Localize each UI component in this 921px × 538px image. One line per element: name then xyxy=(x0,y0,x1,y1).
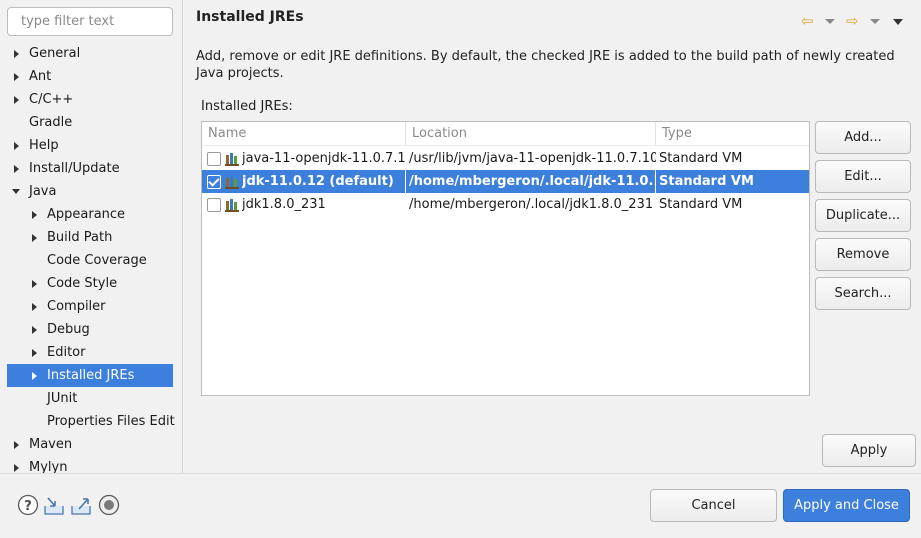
column-header-location[interactable]: Location xyxy=(406,122,656,146)
tree-item-build-path[interactable]: Build Path xyxy=(7,226,173,249)
chevron-down-icon[interactable] xyxy=(11,180,21,203)
add-button[interactable]: Add... xyxy=(815,121,911,154)
chevron-right-icon[interactable] xyxy=(29,364,39,387)
jre-library-icon xyxy=(225,153,239,166)
default-jre-checkbox[interactable] xyxy=(207,152,221,166)
help-icon[interactable]: ? xyxy=(17,494,39,516)
tree-item-label: Maven xyxy=(29,437,73,452)
tree-item-label: Java xyxy=(29,184,57,199)
table-row[interactable]: jdk1.8.0_231/home/mbergeron/.local/jdk1.… xyxy=(202,193,809,216)
search-button[interactable]: Search... xyxy=(815,277,911,310)
tree-item-general[interactable]: General xyxy=(7,42,173,65)
chevron-right-icon[interactable] xyxy=(11,157,21,180)
tree-item-label: Ant xyxy=(29,69,52,84)
chevron-right-icon[interactable] xyxy=(11,42,21,65)
forward-dropdown-icon[interactable] xyxy=(870,19,880,24)
tree-item-label: JUnit xyxy=(47,391,78,406)
tree-item-label: Code Coverage xyxy=(47,253,147,268)
tree-item-label: Installed JREs xyxy=(47,368,135,383)
page-title: Installed JREs xyxy=(196,9,304,25)
chevron-right-icon[interactable] xyxy=(29,226,39,249)
back-arrow-icon[interactable]: ⇦ xyxy=(801,12,814,30)
tree-item-label: C/C++ xyxy=(29,92,74,107)
tree-item-label: Help xyxy=(29,138,59,153)
view-menu-icon[interactable] xyxy=(893,19,903,25)
edit-button[interactable]: Edit... xyxy=(815,160,911,193)
jre-type: Standard VM xyxy=(659,174,754,189)
chevron-right-icon[interactable] xyxy=(29,272,39,295)
tree-item-label: Mylyn xyxy=(29,460,68,475)
duplicate-button[interactable]: Duplicate... xyxy=(815,199,911,232)
jre-type: Standard VM xyxy=(659,197,743,212)
tree-item-label: Appearance xyxy=(47,207,126,222)
cancel-button[interactable]: Cancel xyxy=(650,489,777,522)
jre-table[interactable]: Name Location Type java-11-openjdk-11.0.… xyxy=(201,121,810,396)
tree-item-installed-jres[interactable]: Installed JREs xyxy=(7,364,173,387)
jre-library-icon xyxy=(225,199,239,212)
table-row[interactable]: jdk-11.0.12 (default)/home/mbergeron/.lo… xyxy=(202,170,809,193)
tree-item-gradle[interactable]: Gradle xyxy=(7,111,173,134)
chevron-right-icon[interactable] xyxy=(11,88,21,111)
tree-item-java[interactable]: Java xyxy=(7,180,173,203)
chevron-right-icon[interactable] xyxy=(11,456,21,479)
remove-button[interactable]: Remove xyxy=(815,238,911,271)
jre-name: jdk1.8.0_231 xyxy=(242,197,326,212)
tree-item-label: General xyxy=(29,46,81,61)
tree-item-label: Gradle xyxy=(29,115,73,130)
tree-item-maven[interactable]: Maven xyxy=(7,433,173,456)
svg-text:?: ? xyxy=(24,499,32,514)
installed-jres-label: Installed JREs: xyxy=(201,99,293,114)
column-header-name[interactable]: Name xyxy=(202,122,406,146)
tree-item-junit[interactable]: JUnit xyxy=(7,387,173,410)
chevron-right-icon[interactable] xyxy=(11,134,21,157)
forward-arrow-icon[interactable]: ⇨ xyxy=(846,12,859,30)
table-row[interactable]: java-11-openjdk-11.0.7.10-4.el7_8.x86_64… xyxy=(202,147,809,170)
tree-item-label: Build Path xyxy=(47,230,113,245)
tree-item-editor[interactable]: Editor xyxy=(7,341,173,364)
tree-item-help[interactable]: Help xyxy=(7,134,173,157)
page-description: Add, remove or edit JRE definitions. By … xyxy=(196,49,895,81)
default-jre-checkbox[interactable] xyxy=(207,198,221,212)
jre-library-icon xyxy=(225,176,239,189)
chevron-right-icon[interactable] xyxy=(11,65,21,88)
tree-item-install-update[interactable]: Install/Update xyxy=(7,157,173,180)
tree-item-c-c[interactable]: C/C++ xyxy=(7,88,173,111)
export-icon[interactable] xyxy=(70,494,92,516)
tree-item-compiler[interactable]: Compiler xyxy=(7,295,173,318)
record-icon[interactable] xyxy=(98,494,120,516)
tree-item-mylyn[interactable]: Mylyn xyxy=(7,456,173,479)
tree-item-debug[interactable]: Debug xyxy=(7,318,173,341)
column-header-type[interactable]: Type xyxy=(656,122,809,146)
jre-location: /usr/lib/jvm/java-11-openjdk-11.0.7.10-4… xyxy=(409,151,656,166)
apply-button[interactable]: Apply xyxy=(822,434,916,467)
chevron-right-icon[interactable] xyxy=(29,295,39,318)
tree-item-code-coverage[interactable]: Code Coverage xyxy=(7,249,173,272)
jre-type: Standard VM xyxy=(659,151,743,166)
tree-item-code-style[interactable]: Code Style xyxy=(7,272,173,295)
back-dropdown-icon[interactable] xyxy=(825,19,835,24)
chevron-right-icon[interactable] xyxy=(11,433,21,456)
filter-input[interactable] xyxy=(7,7,173,36)
import-icon[interactable] xyxy=(43,494,65,516)
jre-location: /home/mbergeron/.local/jdk-11.0.12 xyxy=(406,170,656,193)
tree-item-label: Compiler xyxy=(47,299,106,314)
chevron-right-icon[interactable] xyxy=(29,318,39,341)
preferences-tree-panel: General Ant C/C++ Gradle Help Install/Update J… xyxy=(0,0,183,479)
default-jre-checkbox[interactable] xyxy=(207,175,221,189)
tree-item-label: Code Style xyxy=(47,276,118,291)
tree-item-label: Editor xyxy=(47,345,86,360)
jre-name: jdk-11.0.12 (default) xyxy=(242,170,406,193)
tree-item-label: Install/Update xyxy=(29,161,120,176)
tree-item-label: Properties Files Edit xyxy=(47,414,175,429)
jre-name: java-11-openjdk-11.0.7.10-4.el7_8.x86_64 xyxy=(242,151,406,166)
tree-item-appearance[interactable]: Appearance xyxy=(7,203,173,226)
jre-location: /home/mbergeron/.local/jdk1.8.0_231 xyxy=(409,197,654,212)
chevron-right-icon[interactable] xyxy=(29,341,39,364)
tree-item-ant[interactable]: Ant xyxy=(7,65,173,88)
tree-item-label: Debug xyxy=(47,322,90,337)
chevron-right-icon[interactable] xyxy=(29,203,39,226)
tree-item-properties-files-edit[interactable]: Properties Files Edit xyxy=(7,410,175,433)
apply-and-close-button[interactable]: Apply and Close xyxy=(783,489,910,522)
